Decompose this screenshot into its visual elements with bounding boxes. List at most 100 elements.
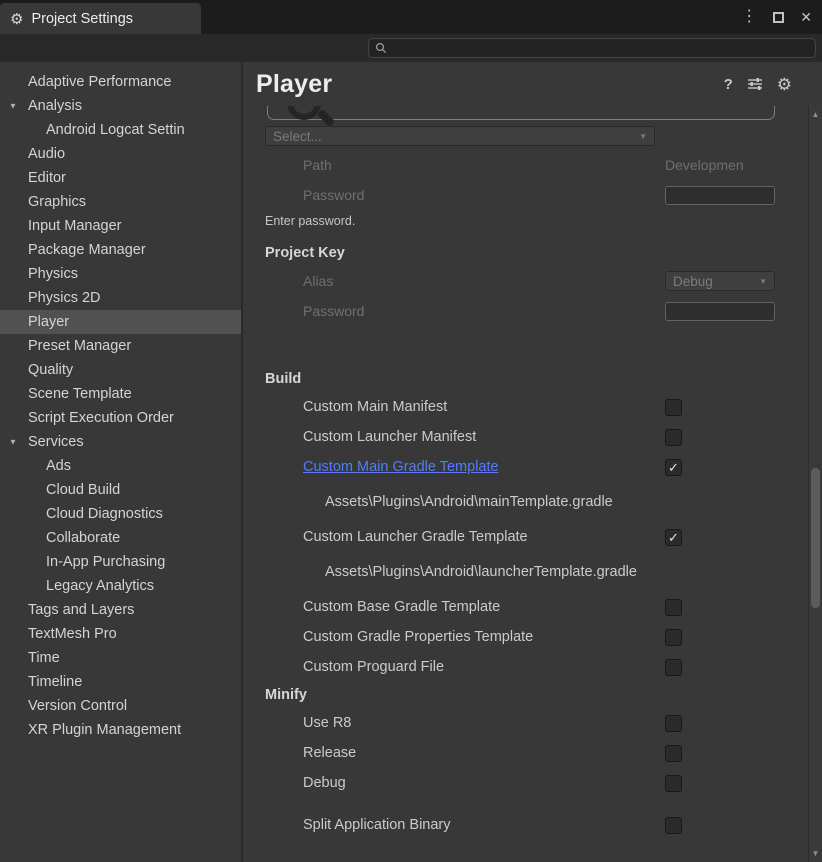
presets-icon[interactable]: [747, 77, 763, 91]
help-icon[interactable]: ?: [724, 77, 733, 92]
foldout-arrow-icon[interactable]: ▼: [9, 438, 17, 447]
content-panel: Player ? ⚙ Select...: [243, 62, 822, 862]
window-controls: ⋮ ✕: [741, 0, 812, 34]
foldout-arrow-icon[interactable]: ▼: [9, 102, 17, 111]
window-tab-project-settings[interactable]: ⚙ Project Settings: [0, 3, 201, 34]
checkbox-debug[interactable]: [665, 775, 682, 792]
project-settings-window: ⚙ Project Settings ⋮ ✕ Adaptive Performa…: [0, 0, 822, 862]
sidebar-item-tags-and-layers[interactable]: Tags and Layers: [0, 598, 241, 622]
path-row: Path Developmen: [243, 150, 804, 180]
sidebar-item-audio[interactable]: Audio: [0, 142, 241, 166]
sidebar-item-label: Cloud Build: [46, 482, 120, 498]
gradle-path-row: Assets\Plugins\Android\launcherTemplate.…: [243, 552, 804, 592]
setting-row-custom-main-manifest: Custom Main Manifest: [243, 392, 804, 422]
sidebar-item-cloud-diagnostics[interactable]: Cloud Diagnostics: [0, 502, 241, 526]
gradle-path-text: Assets\Plugins\Android\mainTemplate.grad…: [325, 494, 613, 510]
sidebar-item-label: Cloud Diagnostics: [46, 506, 163, 522]
search-field[interactable]: [368, 38, 816, 58]
sidebar-item-textmesh-pro[interactable]: TextMesh Pro: [0, 622, 241, 646]
sidebar-item-input-manager[interactable]: Input Manager: [0, 214, 241, 238]
sidebar-item-package-manager[interactable]: Package Manager: [0, 238, 241, 262]
sidebar-item-xr-plugin-management[interactable]: XR Plugin Management: [0, 718, 241, 742]
sidebar-item-physics-2d[interactable]: Physics 2D: [0, 286, 241, 310]
minify-section-header: Minify: [243, 682, 804, 708]
sidebar-item-label: Version Control: [28, 698, 127, 714]
setting-row-custom-launcher-manifest: Custom Launcher Manifest: [243, 422, 804, 452]
sidebar-item-label: Physics 2D: [28, 290, 101, 306]
split-row-container: Split Application Binary: [243, 810, 804, 840]
scroll-down-arrow-icon[interactable]: ▼: [809, 849, 822, 858]
sidebar-item-editor[interactable]: Editor: [0, 166, 241, 190]
path-label: Path: [303, 157, 332, 173]
alias-dropdown[interactable]: Debug ▼: [665, 271, 775, 291]
setting-row-split-application-binary: Split Application Binary: [243, 810, 804, 840]
sidebar-item-label: Editor: [28, 170, 66, 186]
setting-link-label[interactable]: Custom Main Gradle Template: [303, 459, 499, 475]
vertical-scrollbar[interactable]: ▲ ▼: [808, 106, 822, 862]
checkbox-custom-main-gradle-template[interactable]: ✓: [665, 459, 682, 476]
sidebar-item-label: Script Execution Order: [28, 410, 174, 426]
sidebar-item-android-logcat-settin[interactable]: Android Logcat Settin: [0, 118, 241, 142]
organization-row: Select... ▼: [243, 122, 804, 150]
checkbox-custom-launcher-manifest[interactable]: [665, 429, 682, 446]
sidebar-item-timeline[interactable]: Timeline: [0, 670, 241, 694]
search-input[interactable]: [391, 41, 815, 55]
sidebar-item-script-execution-order[interactable]: Script Execution Order: [0, 406, 241, 430]
scroll-up-arrow-icon[interactable]: ▲: [809, 110, 822, 119]
checkbox-release[interactable]: [665, 745, 682, 762]
sidebar-item-label: Legacy Analytics: [46, 578, 154, 594]
sidebar-item-preset-manager[interactable]: Preset Manager: [0, 334, 241, 358]
sidebar-item-services[interactable]: ▼ Services: [0, 430, 241, 454]
sidebar-item-ads[interactable]: Ads: [0, 454, 241, 478]
sidebar-item-adaptive-performance[interactable]: Adaptive Performance: [0, 70, 241, 94]
gear-icon[interactable]: ⚙: [777, 76, 792, 93]
sidebar-item-analysis[interactable]: ▼Analysis: [0, 94, 241, 118]
checkbox-custom-launcher-gradle-template[interactable]: ✓: [665, 529, 682, 546]
sidebar-item-label: In-App Purchasing: [46, 554, 165, 570]
window-menu-icon[interactable]: ⋮: [741, 9, 757, 25]
checkbox-custom-main-manifest[interactable]: [665, 399, 682, 416]
checkbox-custom-proguard-file[interactable]: [665, 659, 682, 676]
window-title: Project Settings: [31, 11, 133, 27]
sidebar-item-physics[interactable]: Physics: [0, 262, 241, 286]
key-password-field[interactable]: [665, 302, 775, 321]
password-label: Password: [303, 187, 364, 203]
sidebar-item-quality[interactable]: Quality: [0, 358, 241, 382]
checkbox-split-application-binary[interactable]: [665, 817, 682, 834]
sidebar-item-label: Preset Manager: [28, 338, 131, 354]
sidebar-item-label: Tags and Layers: [28, 602, 134, 618]
close-icon[interactable]: ✕: [800, 10, 812, 24]
maximize-icon[interactable]: [773, 12, 784, 23]
sidebar-item-label: Quality: [28, 362, 73, 378]
checkbox-custom-gradle-properties-template[interactable]: [665, 629, 682, 646]
password-field[interactable]: [665, 186, 775, 205]
sidebar-item-time[interactable]: Time: [0, 646, 241, 670]
organization-select-dropdown[interactable]: Select... ▼: [265, 126, 655, 146]
sidebar-item-label: Audio: [28, 146, 65, 162]
scrollbar-thumb[interactable]: [811, 468, 820, 608]
enter-password-hint: Enter password.: [243, 210, 804, 232]
sidebar-item-collaborate[interactable]: Collaborate: [0, 526, 241, 550]
build-rows: Custom Main ManifestCustom Launcher Mani…: [243, 392, 804, 682]
sidebar-item-label: Android Logcat Settin: [46, 122, 185, 138]
sidebar-item-legacy-analytics[interactable]: Legacy Analytics: [0, 574, 241, 598]
checkbox-use-r8[interactable]: [665, 715, 682, 732]
checkbox-custom-base-gradle-template[interactable]: [665, 599, 682, 616]
setting-label: Custom Gradle Properties Template: [303, 629, 533, 645]
sidebar-item-scene-template[interactable]: Scene Template: [0, 382, 241, 406]
sidebar-item-label: Input Manager: [28, 218, 122, 234]
sidebar-item-graphics[interactable]: Graphics: [0, 190, 241, 214]
dropdown-arrow-icon: ▼: [639, 132, 647, 141]
gradle-path-row: Assets\Plugins\Android\mainTemplate.grad…: [243, 482, 804, 522]
sidebar-item-in-app-purchasing[interactable]: In-App Purchasing: [0, 550, 241, 574]
sidebar-item-cloud-build[interactable]: Cloud Build: [0, 478, 241, 502]
alias-label: Alias: [303, 273, 333, 289]
sidebar-item-version-control[interactable]: Version Control: [0, 694, 241, 718]
sidebar-item-player[interactable]: Player: [0, 310, 241, 334]
setting-row-debug: Debug: [243, 768, 804, 798]
setting-label: Split Application Binary: [303, 817, 451, 833]
sidebar-item-label: Services: [28, 434, 84, 450]
sidebar-item-label: Ads: [46, 458, 71, 474]
minify-rows: Use R8ReleaseDebug: [243, 708, 804, 798]
setting-label: Custom Launcher Gradle Template: [303, 529, 528, 545]
